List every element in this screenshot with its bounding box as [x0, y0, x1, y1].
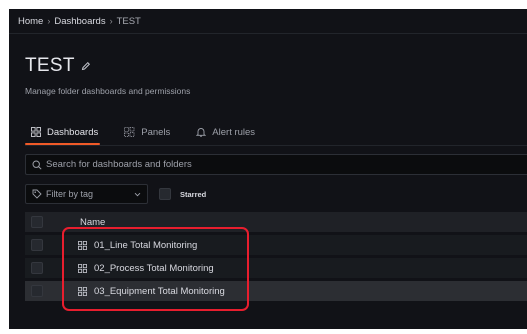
page-subtitle: Manage folder dashboards and permissions [25, 86, 191, 96]
page-title: TEST [25, 55, 75, 76]
apps-icon [78, 240, 87, 250]
breadcrumb-dashboards[interactable]: Dashboards [54, 16, 105, 27]
search-bar[interactable] [25, 154, 527, 175]
tag-filter-label: Filter by tag [46, 189, 94, 199]
breadcrumb-current: TEST [116, 15, 141, 27]
breadcrumb: Home › Dashboards › TEST [9, 9, 527, 34]
breadcrumb-separator: › [109, 16, 113, 26]
dashboard-link[interactable]: 02_Process Total Monitoring [78, 263, 214, 274]
table-row[interactable]: 03_Equipment Total Monitoring [25, 281, 527, 301]
table-row[interactable]: 02_Process Total Monitoring [25, 258, 527, 278]
tab-dashboards[interactable]: Dashboards [25, 121, 104, 143]
filter-row: Filter by tag Starred [25, 184, 206, 204]
dashboard-link[interactable]: 01_Line Total Monitoring [78, 240, 197, 251]
tab-alert-rules-label: Alert rules [212, 126, 256, 138]
bell-icon [196, 128, 207, 137]
dashboard-link[interactable]: 03_Equipment Total Monitoring [78, 286, 225, 297]
select-all-checkbox[interactable] [31, 216, 43, 228]
table-header: Name [25, 212, 527, 232]
dashboard-name: 03_Equipment Total Monitoring [94, 285, 225, 297]
dashboard-name: 02_Process Total Monitoring [94, 262, 214, 274]
search-input[interactable] [46, 159, 446, 170]
starred-label: Starred [180, 189, 207, 199]
breadcrumb-home[interactable]: Home [18, 16, 43, 27]
breadcrumb-separator: › [47, 16, 51, 26]
pencil-icon[interactable] [81, 61, 91, 71]
row-checkbox[interactable] [31, 262, 43, 274]
starred-checkbox[interactable] [159, 188, 171, 200]
tab-alert-rules[interactable]: Alert rules [190, 121, 261, 143]
table-row[interactable]: 01_Line Total Monitoring [25, 235, 527, 255]
column-header-name: Name [80, 216, 106, 228]
app-frame: Home › Dashboards › TEST TEST Manage fol… [9, 9, 527, 329]
apps-icon [78, 286, 87, 296]
page-header: TEST [25, 55, 91, 77]
dashboard-list: Name 01_Line Total Monitoring 02_Process… [25, 212, 527, 304]
row-checkbox[interactable] [31, 285, 43, 297]
dashboard-name: 01_Line Total Monitoring [94, 239, 198, 251]
tab-bar: Dashboards Panels Alert rules [25, 121, 275, 145]
apps-icon [31, 127, 41, 137]
search-icon [32, 159, 42, 170]
library-panel-icon [124, 127, 135, 137]
chevron-down-icon [134, 192, 141, 197]
tab-panels[interactable]: Panels [118, 121, 176, 143]
row-checkbox[interactable] [31, 239, 43, 251]
tag-icon [32, 189, 42, 199]
tabs-divider [25, 145, 527, 146]
tab-dashboards-label: Dashboards [47, 126, 99, 138]
tab-panels-label: Panels [141, 126, 171, 138]
apps-icon [78, 263, 87, 273]
tag-filter-select[interactable]: Filter by tag [25, 184, 148, 204]
starred-filter: Starred [159, 188, 206, 200]
